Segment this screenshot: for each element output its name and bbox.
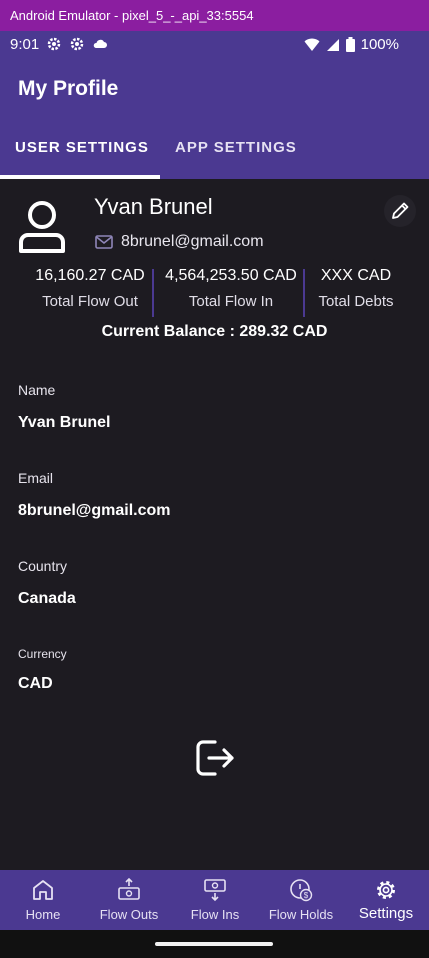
home-gesture-pill[interactable]	[155, 942, 273, 946]
flow-ins-icon	[204, 879, 226, 902]
stat-value: 4,564,253.50 CAD	[165, 267, 297, 284]
svg-text:$: $	[304, 891, 309, 900]
edit-profile-button[interactable]	[384, 195, 416, 227]
nav-label: Home	[25, 907, 61, 922]
logout-icon[interactable]	[193, 736, 237, 780]
flow-outs-icon	[118, 878, 140, 900]
nav-label: Flow Outs	[99, 907, 159, 922]
tab-user-settings[interactable]: USER SETTINGS	[15, 139, 149, 156]
stat-value: 16,160.27 CAD	[35, 267, 145, 284]
gear-icon	[377, 881, 395, 899]
stat-total-flow-in: 4,564,253.50 CAD Total Flow In	[160, 267, 302, 310]
stat-divider	[152, 269, 154, 317]
profile-email: 8brunel@gmail.com	[121, 233, 264, 250]
nav-flow-holds[interactable]: $ Flow Holds	[258, 870, 344, 930]
home-icon	[33, 880, 53, 900]
nav-flow-ins[interactable]: Flow Ins	[172, 870, 258, 930]
battery-icon	[345, 37, 355, 52]
profile-name: Yvan Brunel	[94, 194, 213, 219]
stat-total-debts: XXX CAD Total Debts	[306, 267, 406, 310]
app-window: Android Emulator - pixel_5_-_api_33:5554…	[0, 0, 429, 958]
field-value-currency[interactable]: CAD	[18, 675, 53, 693]
stat-divider	[303, 269, 305, 317]
stat-label: Total Flow Out	[42, 293, 138, 310]
nav-home[interactable]: Home	[0, 870, 86, 930]
bottom-nav: Home Flow Outs Flow Ins $ Flow Holds Set…	[0, 870, 429, 930]
flow-holds-icon: $	[290, 879, 313, 902]
stat-label: Total Debts	[318, 293, 394, 310]
field-label-name: Name	[18, 382, 56, 398]
gesture-bar	[0, 930, 429, 958]
field-label-country: Country	[18, 558, 68, 574]
field-label-email: Email	[18, 470, 54, 486]
emulator-title-bar: Android Emulator - pixel_5_-_api_33:5554	[0, 0, 429, 31]
field-label-currency: Currency	[18, 647, 67, 661]
tab-app-settings[interactable]: APP SETTINGS	[175, 139, 297, 156]
nav-settings[interactable]: Settings	[343, 870, 429, 930]
field-value-name[interactable]: Yvan Brunel	[18, 414, 110, 432]
stat-total-flow-out: 16,160.27 CAD Total Flow Out	[24, 267, 156, 310]
signal-icon	[326, 38, 339, 51]
stat-label: Total Flow In	[188, 293, 274, 310]
nav-label: Flow Ins	[190, 907, 240, 922]
nav-label: Settings	[358, 905, 414, 922]
profile-content: Yvan Brunel 8brunel@gmail.com 16,160.27 …	[0, 179, 429, 870]
status-bar: 9:01 100%	[0, 31, 429, 59]
wifi-icon	[304, 38, 320, 51]
pencil-icon	[392, 202, 409, 219]
profile-email-row: 8brunel@gmail.com	[95, 233, 264, 251]
battery-percent: 100%	[360, 36, 399, 53]
profile-stats: 16,160.27 CAD Total Flow Out 4,564,253.5…	[0, 267, 429, 317]
settings-notification-icon-2	[70, 37, 84, 51]
page-title: My Profile	[18, 77, 119, 100]
status-time: 9:01	[10, 36, 40, 53]
field-value-country[interactable]: Canada	[18, 590, 76, 608]
avatar-icon	[19, 201, 65, 253]
settings-notification-icon	[47, 37, 61, 51]
stat-value: XXX CAD	[320, 267, 392, 284]
cloud-icon	[93, 39, 107, 48]
field-value-email[interactable]: 8brunel@gmail.com	[18, 502, 171, 520]
app-bar: My Profile USER SETTINGS APP SETTINGS	[0, 59, 429, 179]
mail-icon	[95, 235, 113, 249]
nav-flow-outs[interactable]: Flow Outs	[86, 870, 172, 930]
current-balance: Current Balance : 289.32 CAD	[101, 323, 328, 340]
nav-label: Flow Holds	[268, 907, 334, 922]
